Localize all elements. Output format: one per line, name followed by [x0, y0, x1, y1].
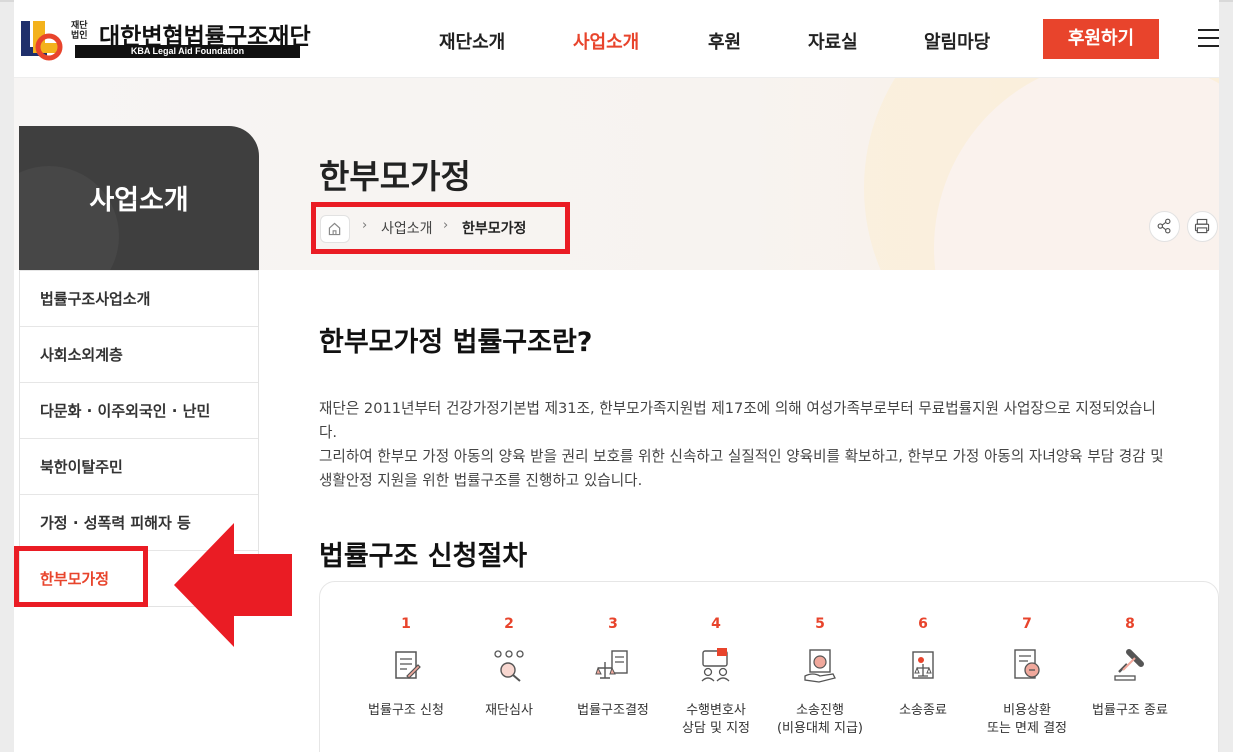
intro-paragraph: 재단은 2011년부터 건강가정기본법 제31조, 한부모가족지원법 제17조에…	[319, 397, 1219, 493]
annotation-arrow-icon	[174, 523, 292, 647]
logo-name-en: KBA Legal Aid Foundation	[75, 45, 300, 58]
process-step: 8 법률구조 종료	[1078, 616, 1182, 720]
case-closed-icon	[912, 651, 934, 679]
menu-icon[interactable]	[1198, 29, 1219, 49]
step-number: 5	[815, 616, 825, 632]
site-logo[interactable]: 재단법인 대한변협법률구조재단 KBA Legal Aid Foundation	[19, 17, 311, 61]
step-number: 8	[1125, 616, 1135, 632]
consultation-icon	[701, 648, 730, 682]
sidebar-item-legal-aid-intro[interactable]: 법률구조사업소개	[20, 270, 258, 326]
reimbursement-icon	[1014, 649, 1040, 679]
page-title: 한부모가정	[319, 157, 471, 196]
step-label: 소송진행	[796, 703, 844, 718]
print-icon	[1194, 218, 1210, 234]
step-number: 7	[1022, 616, 1032, 632]
sidebar-item-marginalized[interactable]: 사회소외계층	[20, 326, 258, 382]
page-frame: 재단법인 대한변협법률구조재단 KBA Legal Aid Foundation…	[14, 0, 1219, 752]
foundation-logo-icon	[21, 21, 63, 61]
review-search-icon	[494, 650, 524, 682]
step-number: 2	[504, 616, 514, 632]
step-number: 3	[608, 616, 618, 632]
step-label-line2: 또는 면제 결정	[986, 721, 1068, 736]
print-button[interactable]	[1187, 211, 1218, 242]
intro-line: 그리하여 한부모 가정 아동의 양육 받을 권리 보호를 위한 신속하고 실질적…	[319, 448, 1164, 465]
sidebar-item-north-korean-defectors[interactable]: 북한이탈주민	[20, 438, 258, 494]
nav-item-notices[interactable]: 알림마당	[924, 28, 990, 54]
step-label: 법률구조결정	[577, 703, 649, 718]
nav-item-about[interactable]: 재단소개	[439, 28, 505, 54]
share-button[interactable]	[1149, 211, 1180, 242]
process-step: 3 법률구조결정	[561, 616, 665, 720]
process-step: 4 수행변호사상담 및 지정	[664, 616, 768, 738]
highlight-box-breadcrumb	[311, 202, 570, 254]
nav-item-sponsor[interactable]: 후원	[708, 28, 741, 54]
sidebar-item-multicultural[interactable]: 다문화 · 이주외국인 · 난민	[20, 382, 258, 438]
step-number: 1	[401, 616, 411, 632]
step-number: 6	[918, 616, 928, 632]
process-step: 1 법률구조 신청	[354, 616, 458, 720]
payment-icon	[804, 649, 836, 683]
process-step: 7 비용상환또는 면제 결정	[975, 616, 1079, 738]
step-label-line2: (비용대체 지급)	[776, 721, 864, 736]
intro-line: 재단은 2011년부터 건강가정기본법 제31조, 한부모가족지원법 제17조에…	[319, 400, 1156, 417]
step-number: 4	[711, 616, 721, 632]
process-step: 6 소송종료	[871, 616, 975, 720]
section-title-application-process: 법률구조 신청절차	[319, 541, 528, 572]
intro-line: 생활안정 지원을 위한 법률구조를 진행하고 있습니다.	[319, 472, 643, 489]
step-label-line2: 상담 및 지정	[681, 721, 751, 736]
section-title-single-parent-aid: 한부모가정 법률구조란?	[319, 327, 593, 358]
logo-sub-label: 재단법인	[71, 21, 88, 41]
step-label: 재단심사	[485, 703, 533, 718]
intro-line: 다.	[319, 424, 338, 441]
step-label: 법률구조 종료	[1092, 703, 1168, 718]
document-pen-icon	[395, 651, 421, 679]
sidebar-header: 사업소개	[19, 126, 259, 270]
nav-item-programs[interactable]: 사업소개	[573, 28, 639, 54]
donate-button[interactable]: 후원하기	[1043, 19, 1159, 59]
process-step: 5 소송진행 (비용대체 지급)	[768, 616, 872, 738]
step-label: 비용상환	[1003, 703, 1051, 718]
share-icon	[1157, 218, 1171, 234]
nav-item-resources[interactable]: 자료실	[808, 28, 858, 54]
sidebar-title: 사업소개	[89, 185, 189, 216]
highlight-box-sidebar	[14, 546, 148, 607]
scales-document-icon	[595, 650, 628, 679]
process-step: 2 재단심사	[457, 616, 561, 720]
gavel-icon	[1114, 649, 1144, 681]
step-label: 법률구조 신청	[368, 703, 444, 718]
step-label: 수행변호사	[686, 703, 746, 718]
step-label: 소송종료	[899, 703, 947, 718]
site-header: 재단법인 대한변협법률구조재단 KBA Legal Aid Foundation…	[14, 0, 1219, 78]
